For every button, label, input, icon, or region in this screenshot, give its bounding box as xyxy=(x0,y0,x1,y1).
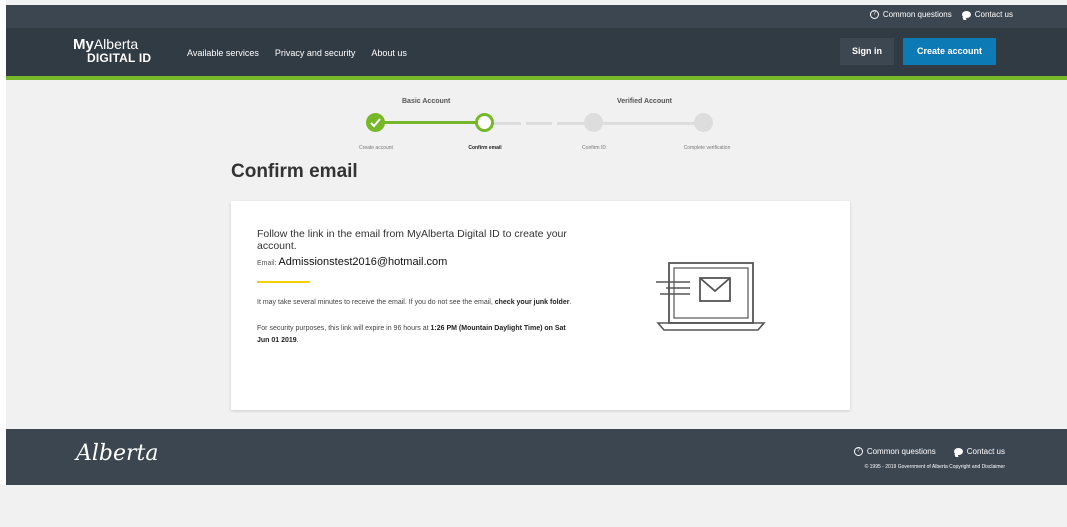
footer-common-questions-label: Common questions xyxy=(866,447,936,456)
sign-in-button[interactable]: Sign in xyxy=(840,38,894,65)
step-label-complete-verification: Complete verification xyxy=(683,145,731,151)
step-label-confirm-email: Confirm email xyxy=(468,145,502,151)
progress-stepper: Basic Account Verified Account Create ac… xyxy=(0,80,1067,160)
site-footer: Alberta ? Common questions Contact us © … xyxy=(6,429,1067,485)
divider xyxy=(257,281,310,283)
logo-alberta: Alberta xyxy=(93,36,139,52)
email-label: Email: xyxy=(257,260,277,267)
nav-privacy-security[interactable]: Privacy and security xyxy=(275,48,356,58)
note1-text: It may take several minutes to receive t… xyxy=(257,299,493,306)
step-current-dot xyxy=(475,113,494,132)
card-text: Follow the link in the email from MyAlbe… xyxy=(257,228,577,347)
step-label-confirm-id: Confirm ID xyxy=(582,145,606,151)
chat-icon xyxy=(953,448,963,455)
site-header: MyAlberta DIGITAL ID Available services … xyxy=(6,28,1067,76)
laptop-email-icon xyxy=(656,262,766,331)
nav-about-us[interactable]: About us xyxy=(371,48,407,58)
note1-suffix: . xyxy=(569,299,572,306)
alberta-footer-logo[interactable]: Alberta xyxy=(76,441,159,466)
contact-us-label: Contact us xyxy=(974,10,1013,19)
junk-folder-note: It may take several minutes to receive t… xyxy=(257,297,577,309)
copyright-text[interactable]: © 1995 - 2019 Government of Alberta Copy… xyxy=(865,464,1005,470)
note2-text: For security purposes, this link will ex… xyxy=(257,325,429,332)
main-nav: Available services Privacy and security … xyxy=(187,48,407,58)
note2-suffix: . xyxy=(296,337,299,344)
progress-line-done xyxy=(384,121,486,124)
group-basic-account: Basic Account xyxy=(402,98,451,105)
logo-digital-id: DIGITAL ID xyxy=(87,51,152,65)
confirm-email-card: Follow the link in the email from MyAlbe… xyxy=(231,201,850,410)
utility-bar: ? Common questions Contact us xyxy=(6,5,1067,28)
common-questions-link[interactable]: ? Common questions xyxy=(869,10,952,19)
page-title: Confirm email xyxy=(231,161,358,182)
question-icon: ? xyxy=(853,447,863,456)
contact-us-link[interactable]: Contact us xyxy=(961,10,1013,19)
expiry-note: For security purposes, this link will ex… xyxy=(257,323,577,347)
progress-dash xyxy=(526,122,552,125)
progress-dash xyxy=(493,122,521,125)
step-label-create-account: Create account xyxy=(359,145,393,151)
question-icon: ? xyxy=(869,10,879,19)
footer-links: ? Common questions Contact us xyxy=(853,447,1005,456)
step-done-dot xyxy=(366,113,385,132)
note1-bold: check your junk folder xyxy=(494,299,570,306)
instruction-text: Follow the link in the email from MyAlbe… xyxy=(257,228,567,252)
progress-line-pending xyxy=(557,122,697,125)
step-pending-dot xyxy=(694,113,713,132)
group-verified-account: Verified Account xyxy=(617,98,672,105)
email-value: Admissionstest2016@hotmail.com xyxy=(278,256,448,268)
step-pending-dot xyxy=(584,113,603,132)
nav-available-services[interactable]: Available services xyxy=(187,48,259,58)
footer-contact-us-label: Contact us xyxy=(966,447,1005,456)
footer-common-questions-link[interactable]: ? Common questions xyxy=(853,447,936,456)
myalberta-logo[interactable]: MyAlberta DIGITAL ID xyxy=(73,37,151,64)
chat-icon xyxy=(961,11,971,18)
email-row: Email: Admissionstest2016@hotmail.com xyxy=(257,256,577,268)
page-bottom xyxy=(0,485,1067,527)
check-icon xyxy=(370,118,381,128)
create-account-button[interactable]: Create account xyxy=(903,38,996,65)
common-questions-label: Common questions xyxy=(882,10,952,19)
utility-links: ? Common questions Contact us xyxy=(869,10,1013,19)
footer-contact-us-link[interactable]: Contact us xyxy=(953,447,1005,456)
